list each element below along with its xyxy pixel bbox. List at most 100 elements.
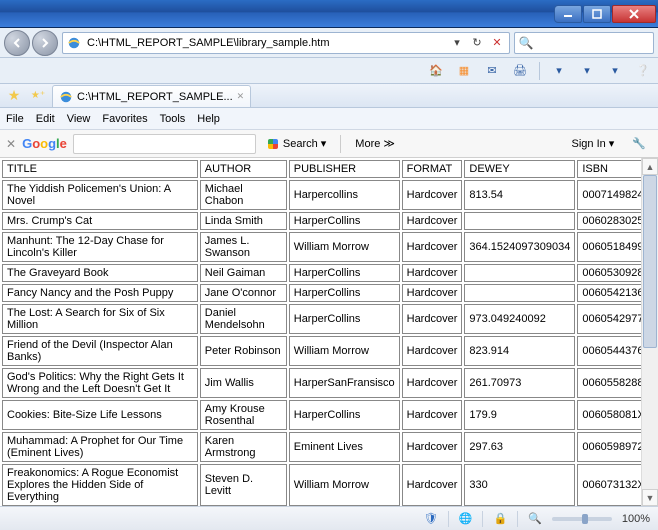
address-bar[interactable]: ▾ ↻ ✕ — [62, 32, 510, 54]
column-header: DEWEY — [464, 160, 575, 178]
zoom-percent[interactable]: 100% — [622, 513, 650, 525]
google-signin-button[interactable]: Sign In ▾ — [566, 133, 621, 155]
feeds-icon[interactable]: ▦ — [455, 62, 473, 80]
table-cell: Hardcover — [402, 464, 463, 506]
menu-tools[interactable]: Tools — [160, 113, 186, 125]
safety-menu-icon[interactable]: ▾ — [578, 62, 596, 80]
home-icon[interactable]: 🏠 — [427, 62, 445, 80]
table-row: Friend of the Devil (Inspector Alan Bank… — [2, 336, 641, 366]
tab-close-icon[interactable]: ✕ — [237, 91, 245, 102]
table-cell: Hardcover — [402, 284, 463, 302]
favorites-star-icon[interactable]: ★ — [4, 86, 24, 106]
google-more-button[interactable]: More ≫ — [349, 133, 401, 155]
table-cell: Peter Robinson — [200, 336, 287, 366]
close-toolbar-icon[interactable]: ✕ — [6, 137, 16, 151]
add-favorite-icon[interactable]: ★⁺ — [28, 86, 48, 106]
table-cell: HarperSanFransisco — [289, 368, 400, 398]
browser-tab[interactable]: C:\HTML_REPORT_SAMPLE... ✕ — [52, 85, 251, 107]
close-button[interactable] — [612, 5, 656, 23]
table-cell: HarperCollins — [289, 264, 400, 282]
ie-icon — [67, 36, 81, 50]
table-row: The Lost: A Search for Six of Six Millio… — [2, 304, 641, 334]
page-menu-icon[interactable]: ▾ — [550, 62, 568, 80]
table-cell: 0060283025 — [577, 212, 641, 230]
column-header: PUBLISHER — [289, 160, 400, 178]
maximize-button[interactable] — [583, 5, 611, 23]
zoom-slider[interactable] — [552, 517, 612, 521]
menu-view[interactable]: View — [67, 113, 91, 125]
mail-icon[interactable]: ✉ — [483, 62, 501, 80]
menu-edit[interactable]: Edit — [36, 113, 55, 125]
browser-search-box[interactable]: 🔍 — [514, 32, 654, 54]
table-cell: Hardcover — [402, 336, 463, 366]
nav-toolbar: ▾ ↻ ✕ 🔍 — [0, 28, 658, 58]
vertical-scrollbar[interactable]: ▲ ▼ — [641, 158, 658, 506]
table-cell: Hardcover — [402, 232, 463, 262]
table-cell: HarperCollins — [289, 400, 400, 430]
table-cell: 330 — [464, 464, 575, 506]
stop-icon[interactable]: ✕ — [489, 36, 505, 49]
table-cell: Karen Armstrong — [200, 432, 287, 462]
table-cell: Hardcover — [402, 264, 463, 282]
google-search-button[interactable]: Search ▾ — [262, 133, 332, 155]
table-cell: 0060544376 — [577, 336, 641, 366]
table-row: Mrs. Crump's CatLinda SmithHarperCollins… — [2, 212, 641, 230]
table-cell: Jane O'connor — [200, 284, 287, 302]
window-titlebar — [0, 0, 658, 28]
table-cell: Hardcover — [402, 304, 463, 334]
tools-menu-icon[interactable]: ▾ — [606, 62, 624, 80]
table-cell: The Graveyard Book — [2, 264, 198, 282]
security-shield-icon[interactable]: 🛡 — [424, 512, 438, 525]
table-cell: 973.049240092 — [464, 304, 575, 334]
table-cell: 0060542136 — [577, 284, 641, 302]
scroll-down-icon[interactable]: ▼ — [642, 489, 658, 506]
menu-help[interactable]: Help — [197, 113, 220, 125]
column-header: ISBN — [577, 160, 641, 178]
scroll-area[interactable]: TITLEAUTHORPUBLISHERFORMATDEWEYISBNSUBJE… — [0, 158, 641, 506]
table-row: Manhunt: The 12-Day Chase for Lincoln's … — [2, 232, 641, 262]
back-button[interactable] — [4, 30, 30, 56]
google-toolbar: ✕ Google Search ▾ More ≫ Sign In ▾ 🔧 — [0, 130, 658, 158]
table-cell: Hardcover — [402, 212, 463, 230]
table-cell: Cookies: Bite-Size Life Lessons — [2, 400, 198, 430]
table-cell: HarperCollins — [289, 284, 400, 302]
address-input[interactable] — [85, 36, 445, 50]
table-cell: Amy Krouse Rosenthal — [200, 400, 287, 430]
help-icon[interactable]: ❔ — [634, 62, 652, 80]
table-cell: Daniel Mendelsohn — [200, 304, 287, 334]
refresh-icon[interactable]: ↻ — [469, 36, 485, 49]
internet-mode-icon[interactable]: 🌐 — [459, 512, 473, 525]
table-cell: Jim Wallis — [200, 368, 287, 398]
protected-mode-icon[interactable]: 🔒 — [493, 512, 507, 525]
table-cell: Hardcover — [402, 180, 463, 210]
table-cell: 0060558288 — [577, 368, 641, 398]
table-cell: Linda Smith — [200, 212, 287, 230]
table-cell: 0060518499 — [577, 232, 641, 262]
google-search-input[interactable] — [73, 134, 256, 154]
minimize-button[interactable] — [554, 5, 582, 23]
address-dropdown-icon[interactable]: ▾ — [449, 36, 465, 49]
print-icon[interactable]: 🖨 — [511, 62, 529, 80]
menu-file[interactable]: File — [6, 113, 24, 125]
table-cell: God's Politics: Why the Right Gets It Wr… — [2, 368, 198, 398]
table-cell: HarperCollins — [289, 304, 400, 334]
scroll-up-icon[interactable]: ▲ — [642, 158, 658, 175]
column-header: AUTHOR — [200, 160, 287, 178]
google-settings-icon[interactable]: 🔧 — [626, 133, 652, 155]
column-header: FORMAT — [402, 160, 463, 178]
command-bar: 🏠 ▦ ✉ 🖨 ▾ ▾ ▾ ❔ — [0, 58, 658, 84]
menu-favorites[interactable]: Favorites — [102, 113, 147, 125]
ie-icon — [59, 90, 73, 104]
table-cell: 813.54 — [464, 180, 575, 210]
table-cell: William Morrow — [289, 232, 400, 262]
table-cell: Eminent Lives — [289, 432, 400, 462]
table-row: The Graveyard BookNeil GaimanHarperColli… — [2, 264, 641, 282]
google-logo: Google — [22, 136, 67, 151]
table-cell: Manhunt: The 12-Day Chase for Lincoln's … — [2, 232, 198, 262]
table-cell: Freakonomics: A Rogue Economist Explores… — [2, 464, 198, 506]
forward-button[interactable] — [32, 30, 58, 56]
table-cell: 364.1524097309034 — [464, 232, 575, 262]
scrollbar-thumb[interactable] — [643, 175, 657, 348]
table-row: The Yiddish Policemen's Union: A NovelMi… — [2, 180, 641, 210]
table-cell: The Yiddish Policemen's Union: A Novel — [2, 180, 198, 210]
